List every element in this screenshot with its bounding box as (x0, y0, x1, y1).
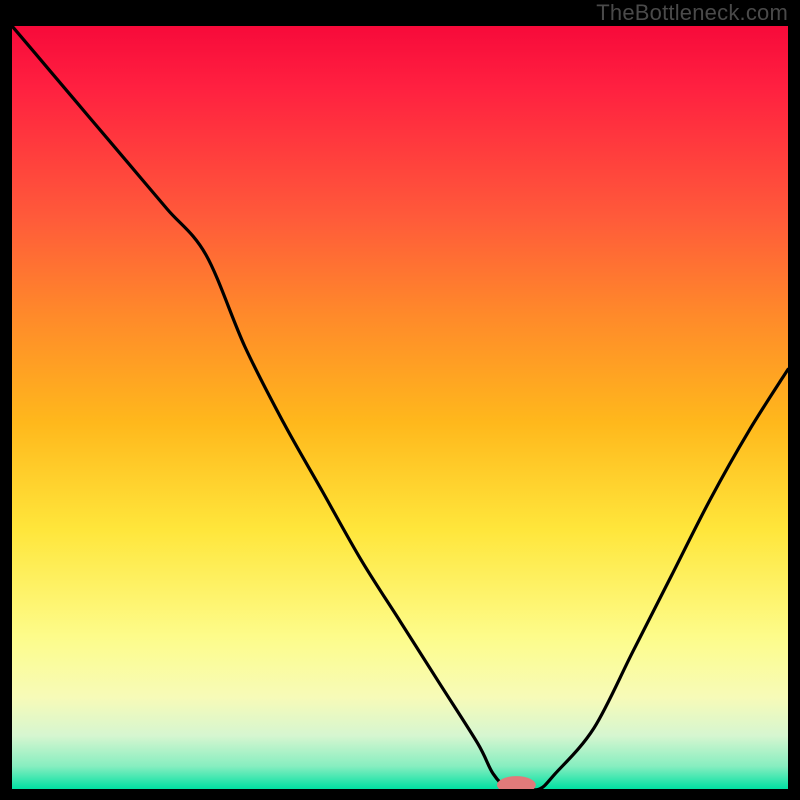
plot-area (12, 26, 788, 789)
bottleneck-chart (12, 26, 788, 789)
gradient-background (12, 26, 788, 789)
watermark-label: TheBottleneck.com (596, 0, 788, 26)
chart-frame: TheBottleneck.com (0, 0, 800, 800)
